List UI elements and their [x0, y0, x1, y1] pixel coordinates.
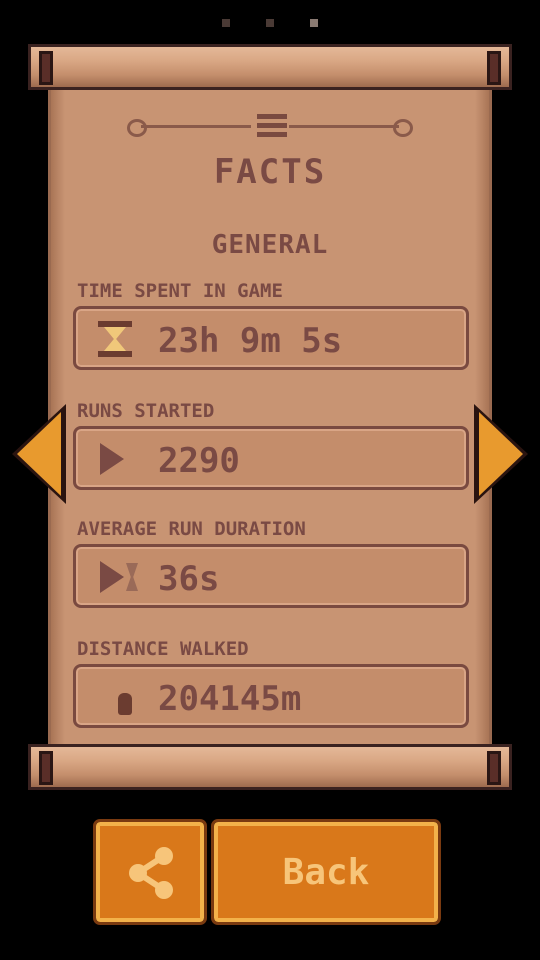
back-button[interactable]: Back: [211, 819, 441, 925]
stat-label-avg-duration: AVERAGE RUN DURATION: [77, 518, 306, 540]
previous-page-arrow-icon[interactable]: [12, 404, 66, 504]
stat-box-avg-duration: 36s: [73, 544, 469, 608]
stat-value-time: 23h 9m 5s: [158, 321, 343, 361]
scroll-rod-top: [28, 44, 512, 90]
stat-box-distance: 204145m: [73, 664, 469, 728]
rod-knob: [39, 51, 53, 85]
rod-knob: [487, 751, 501, 785]
share-icon: [129, 847, 173, 899]
ornament-curl: [127, 119, 147, 137]
header-ornament: [51, 114, 489, 138]
page-indicator: [0, 12, 540, 31]
stat-box-time: 23h 9m 5s: [73, 306, 469, 370]
stat-box-runs: 2290: [73, 426, 469, 490]
ornament-line: [141, 125, 251, 128]
page-dot-active: [309, 19, 318, 27]
ornament-curl: [393, 119, 413, 137]
stat-value-avg-duration: 36s: [158, 559, 220, 599]
scroll-rod-bottom: [28, 744, 512, 790]
rod-knob: [39, 751, 53, 785]
menu-icon: [257, 114, 287, 138]
rod-knob: [487, 51, 501, 85]
page-dot: [266, 19, 274, 27]
stat-value-distance: 204145m: [158, 679, 302, 719]
hourglass-icon: [98, 321, 132, 357]
stat-value-runs: 2290: [158, 441, 240, 481]
ornament-line: [289, 125, 399, 128]
footprint-icon: [98, 679, 132, 715]
section-heading: GENERAL: [211, 230, 329, 260]
page-title: FACTS: [213, 152, 327, 192]
page-dot: [222, 19, 231, 27]
stat-label-runs: RUNS STARTED: [77, 400, 215, 422]
stat-label-time: TIME SPENT IN GAME: [77, 280, 283, 302]
facts-scroll[interactable]: FACTS GENERAL TIME SPENT IN GAME 23h 9m …: [48, 90, 492, 744]
play-icon: [98, 441, 132, 477]
share-button[interactable]: [93, 819, 207, 925]
stat-label-distance: DISTANCE WALKED: [77, 638, 249, 660]
back-button-label: Back: [282, 852, 370, 893]
play-hourglass-icon: [98, 559, 138, 595]
next-page-arrow-icon[interactable]: [474, 404, 528, 504]
